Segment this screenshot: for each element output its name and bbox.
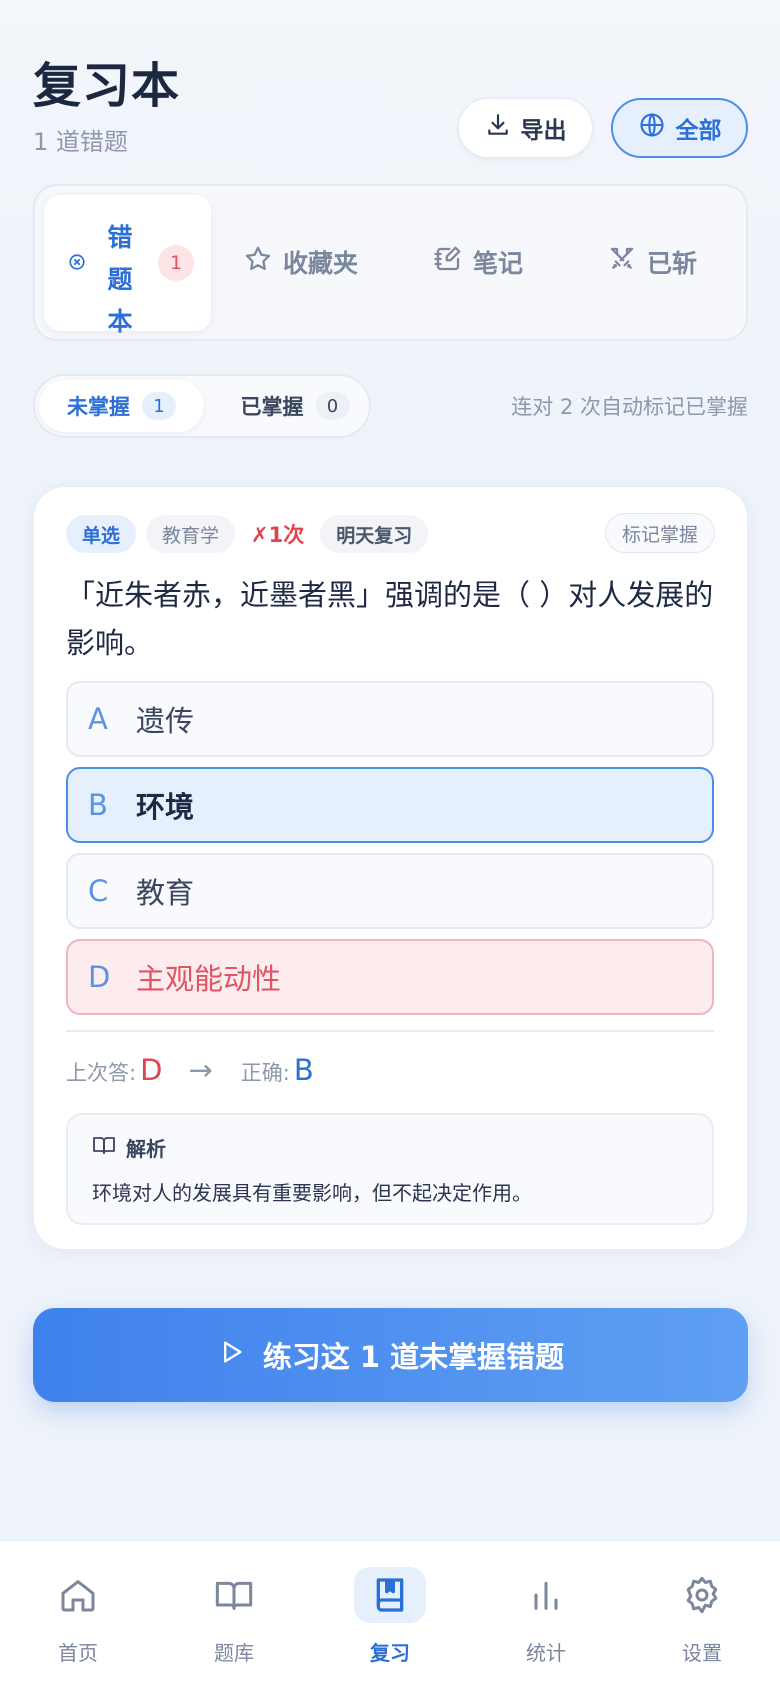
option-letter: C <box>88 874 109 908</box>
tab-wrong-label: 错题本 <box>107 223 133 336</box>
option-text: 遗传 <box>136 704 195 738</box>
wrong-count-badge: 1 <box>158 245 194 281</box>
option-text: 主观能动性 <box>136 962 282 996</box>
tab-favorites[interactable]: 收藏夹 <box>243 238 358 286</box>
export-label: 导出 <box>520 118 567 144</box>
nav-item-stats[interactable]: 统计 <box>496 1567 596 1667</box>
tab-notes[interactable]: 笔记 <box>433 238 523 286</box>
category-tabs: 错题本 1 收藏夹 笔记 已斩 <box>33 184 748 341</box>
nav-label: 统计 <box>526 1641 566 1665</box>
star-icon <box>243 244 273 280</box>
last-answer-label: 上次答: <box>66 1061 137 1085</box>
option-letter: B <box>88 788 108 822</box>
segment-unmastered[interactable]: 未掌握 1 <box>39 380 204 432</box>
unmastered-label: 未掌握 <box>67 395 130 419</box>
bar-chart-icon <box>510 1567 582 1623</box>
analysis-text: 环境对人的发展具有重要影响，但不起决定作用。 <box>92 1181 532 1205</box>
practice-label: 练习这 1 道未掌握错题 <box>262 1340 565 1374</box>
answer-comparison: 上次答: D → 正确: B <box>66 1053 314 1093</box>
correct-answer-label: 正确: <box>240 1061 290 1085</box>
nav-label: 首页 <box>58 1641 98 1665</box>
question-meta: 单选 教育学 ✗1次 明天复习 <box>66 515 429 553</box>
nav-item-question-bank[interactable]: 题库 <box>184 1567 284 1667</box>
option-text: 环境 <box>136 790 195 824</box>
home-icon <box>42 1567 114 1623</box>
tab-notes-label: 笔记 <box>473 249 524 278</box>
nav-label: 设置 <box>682 1641 722 1665</box>
play-icon <box>217 1338 245 1373</box>
x-circle-icon <box>68 253 86 275</box>
open-book-icon <box>92 1135 116 1160</box>
arrow-right-icon: → <box>188 1053 213 1087</box>
wrong-times-chip: ✗1次 <box>251 523 305 547</box>
nav-label: 复习 <box>370 1641 410 1665</box>
filter-all-button[interactable]: 全部 <box>611 98 748 158</box>
mastered-count: 0 <box>315 392 350 420</box>
card-divider <box>66 1030 714 1032</box>
bottom-nav: 首页 题库 复习 统计 设置 <box>0 1540 780 1688</box>
review-date-chip: 明天复习 <box>320 515 429 553</box>
mastery-segment: 未掌握 1 已掌握 0 <box>33 374 371 438</box>
analysis-box: 解析 环境对人的发展具有重要影响，但不起决定作用。 <box>66 1113 714 1225</box>
nav-item-settings[interactable]: 设置 <box>652 1567 752 1667</box>
option-text: 教育 <box>136 876 195 910</box>
analysis-title: 解析 <box>126 1137 166 1161</box>
question-card: 单选 教育学 ✗1次 明天复习 标记掌握 「近朱者赤，近墨者黑」强调的是（ ）对… <box>33 486 748 1250</box>
practice-button[interactable]: 练习这 1 道未掌握错题 <box>33 1308 748 1402</box>
analysis-header: 解析 <box>92 1133 166 1162</box>
tab-slain-label: 已斩 <box>647 249 698 278</box>
option-c[interactable]: C 教育 <box>66 853 714 929</box>
review-page: 复习本 1 道错题 导出 全部 错题本 1 收藏夹 笔记 已斩 未掌握 1 已掌… <box>0 0 780 1688</box>
tab-slain[interactable]: 已斩 <box>607 238 697 286</box>
tab-favorites-label: 收藏夹 <box>283 249 359 278</box>
book-open-icon <box>198 1567 270 1623</box>
option-letter: D <box>88 960 111 994</box>
option-letter: A <box>88 702 108 736</box>
mark-mastered-button[interactable]: 标记掌握 <box>604 513 715 553</box>
auto-mastery-hint: 连对 2 次自动标记已掌握 <box>511 395 748 419</box>
gear-icon <box>666 1567 738 1623</box>
crossed-swords-icon <box>607 244 637 280</box>
segment-mastered[interactable]: 已掌握 0 <box>225 380 365 432</box>
question-type-chip: 单选 <box>66 515 137 553</box>
option-b-correct[interactable]: B 环境 <box>66 767 714 843</box>
bookmark-book-icon <box>354 1567 426 1623</box>
nav-item-review[interactable]: 复习 <box>340 1567 440 1667</box>
nav-label: 题库 <box>214 1641 254 1665</box>
filter-all-label: 全部 <box>675 118 722 144</box>
globe-icon <box>638 111 666 145</box>
option-d-wrong[interactable]: D 主观能动性 <box>66 939 714 1015</box>
tab-wrong-questions[interactable]: 错题本 1 <box>44 195 211 336</box>
correct-answer-value: B <box>293 1053 314 1087</box>
export-button[interactable]: 导出 <box>458 98 593 158</box>
subject-chip: 教育学 <box>146 515 236 553</box>
download-icon <box>485 112 511 144</box>
question-text: 「近朱者赤，近墨者黑」强调的是（ ）对人发展的影响。 <box>66 578 714 660</box>
page-title: 复习本 <box>33 58 181 114</box>
unmastered-count: 1 <box>142 392 176 420</box>
option-a[interactable]: A 遗传 <box>66 681 714 757</box>
notebook-pen-icon <box>433 244 463 280</box>
last-answer-value: D <box>140 1053 163 1087</box>
mastered-label: 已掌握 <box>240 395 304 419</box>
page-subtitle: 1 道错题 <box>33 128 128 156</box>
nav-item-home[interactable]: 首页 <box>28 1567 128 1667</box>
